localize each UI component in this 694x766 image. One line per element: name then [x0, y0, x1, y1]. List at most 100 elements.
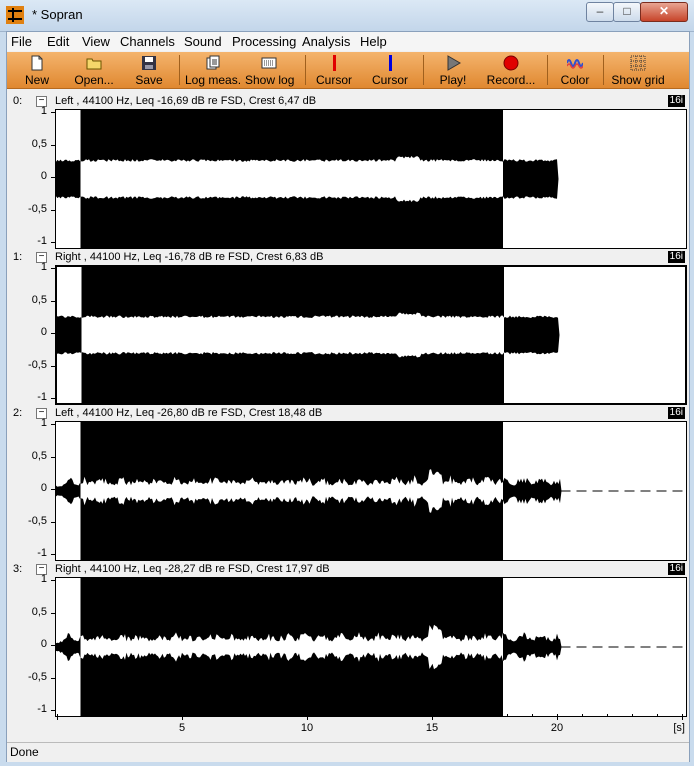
x-tick: [607, 714, 608, 717]
menu-processing[interactable]: Processing: [232, 34, 296, 49]
channel-index: 2:: [13, 407, 23, 419]
close-button[interactable]: ✕: [640, 2, 688, 22]
toolbar-separator: [547, 55, 548, 85]
maximize-button[interactable]: □: [613, 2, 641, 22]
save-button[interactable]: Save: [131, 52, 167, 88]
y-tick-label: 0,5: [31, 449, 47, 462]
x-tick-label: 5: [178, 722, 186, 734]
x-tick: [207, 714, 208, 717]
floppy-disk-icon: [142, 56, 156, 70]
x-tick: [532, 714, 533, 717]
channel-header: 3: − Right , 44100 Hz, Leq -28,27 dB re …: [9, 562, 687, 577]
toolbar-separator: [603, 55, 604, 85]
x-tick-label: 15: [425, 722, 439, 734]
channel-index: 3:: [13, 563, 23, 575]
new-button[interactable]: New: [17, 52, 57, 88]
channel-info: Right , 44100 Hz, Leq -16,78 dB re FSD, …: [55, 251, 324, 263]
minimize-button[interactable]: –: [586, 2, 614, 22]
channel-info: Right , 44100 Hz, Leq -28,27 dB re FSD, …: [55, 563, 330, 575]
x-tick: [632, 714, 633, 717]
x-tick: [157, 714, 158, 717]
x-tick: [682, 714, 683, 720]
x-tick: [57, 714, 58, 720]
log-measurement-button[interactable]: Log meas.: [185, 52, 241, 88]
toolbar-separator: [179, 55, 180, 85]
x-tick: [432, 714, 433, 720]
waveform-plot[interactable]: [55, 577, 687, 717]
waveform-svg: [56, 578, 686, 716]
client-area: File Edit View Channels Sound Processing…: [6, 31, 690, 762]
x-tick: [582, 714, 583, 717]
format-badge: 16i: [667, 251, 685, 263]
x-tick: [132, 714, 133, 717]
waveform-svg: [57, 267, 684, 403]
y-tick-label: 0,5: [31, 293, 47, 306]
y-tick-label: 1: [40, 105, 47, 117]
y-tick-label: -1: [37, 547, 47, 559]
toolbar-separator: [305, 55, 306, 85]
waveform-plot[interactable]: [55, 265, 687, 405]
channel-panel-2: 2: − Left , 44100 Hz, Leq -26,80 dB re F…: [9, 406, 687, 562]
show-grid-button[interactable]: Show grid: [611, 52, 665, 88]
status-bar: Done: [7, 742, 689, 762]
show-log-button[interactable]: Show log: [245, 52, 295, 88]
color-button[interactable]: Color: [555, 52, 595, 88]
red-cursor-label: Cursor: [315, 73, 352, 87]
x-tick: [482, 714, 483, 717]
record-label: Record...: [486, 73, 536, 87]
format-badge: 16i: [667, 563, 685, 575]
y-tick-label: 0,5: [31, 137, 47, 150]
menu-analysis[interactable]: Analysis: [302, 34, 350, 49]
status-text: Done: [10, 745, 39, 759]
record-button[interactable]: Record...: [483, 52, 539, 88]
channel-header: 2: − Left , 44100 Hz, Leq -26,80 dB re F…: [9, 406, 687, 421]
format-badge: 16i: [667, 95, 685, 107]
show-log-label: Show log: [245, 73, 295, 87]
y-tick-label: 0: [40, 638, 47, 650]
channel-panel-1: 1: − Right , 44100 Hz, Leq -16,78 dB re …: [9, 250, 687, 406]
waveform-svg: [56, 110, 686, 248]
save-label: Save: [135, 73, 163, 87]
menu-channels[interactable]: Channels: [120, 34, 175, 49]
red-cursor-button[interactable]: Cursor: [313, 52, 355, 88]
x-tick: [407, 714, 408, 717]
new-file-icon: [31, 55, 43, 71]
play-icon: [447, 55, 461, 71]
grid-icon: [630, 55, 646, 71]
menu-file[interactable]: File: [11, 34, 32, 49]
menu-view[interactable]: View: [82, 34, 110, 49]
waveform-selected: [81, 312, 504, 358]
y-tick-label: -1: [37, 235, 47, 247]
y-tick-label: 1: [40, 261, 47, 273]
blue-cursor-button[interactable]: Cursor: [369, 52, 411, 88]
open-label: Open...: [74, 73, 114, 87]
blue-cursor-icon: [389, 55, 392, 71]
show-grid-label: Show grid: [611, 73, 665, 87]
app-icon[interactable]: [6, 6, 24, 24]
y-tick-label: 1: [40, 573, 47, 585]
waveform-plot[interactable]: [55, 109, 687, 249]
log-measurement-icon: [206, 55, 220, 70]
format-badge: 16i: [667, 407, 685, 419]
menu-help[interactable]: Help: [360, 34, 387, 49]
menu-bar: File Edit View Channels Sound Processing…: [7, 32, 689, 51]
channel-panel-0: 0: − Left , 44100 Hz, Leq -16,69 dB re F…: [9, 94, 687, 250]
menu-edit[interactable]: Edit: [47, 34, 69, 49]
y-tick-label: -0,5: [28, 670, 47, 683]
y-tick-label: -1: [37, 391, 47, 403]
play-button[interactable]: Play!: [435, 52, 471, 88]
waveform-plot[interactable]: [55, 421, 687, 561]
x-tick-label: 20: [550, 722, 564, 734]
y-tick-label: -0,5: [28, 514, 47, 527]
y-tick-label: 0,5: [31, 605, 47, 618]
x-tick: [382, 714, 383, 717]
color-label: Color: [560, 73, 590, 87]
open-button[interactable]: Open...: [69, 52, 119, 88]
x-tick: [507, 714, 508, 717]
menu-sound[interactable]: Sound: [184, 34, 222, 49]
x-tick-label: 10: [300, 722, 314, 734]
color-icon: [567, 59, 583, 69]
y-axis: 1 0,5 0 -0,5 -1: [9, 105, 55, 249]
x-tick: [282, 714, 283, 717]
toolbar-separator: [423, 55, 424, 85]
